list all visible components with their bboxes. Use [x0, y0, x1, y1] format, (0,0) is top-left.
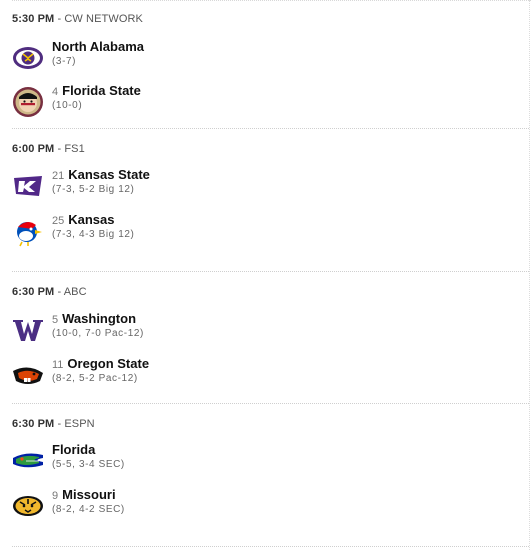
team-row[interactable]: 21 Kansas State (7-3, 5-2 Big 12) [12, 166, 412, 206]
team-name: 25 Kansas [52, 212, 115, 227]
game-card-1[interactable]: 5:30 PM - CW NETWORK North Alabama (3-7) [12, 0, 529, 128]
team-name: 11 Oregon State [52, 356, 150, 371]
washington-w-icon [13, 320, 43, 341]
game-card-2[interactable]: 6:00 PM - FS1 21 Kansas State (7-3, 5-2 B… [12, 129, 529, 271]
game-time-header: 6:00 PM - FS1 [12, 143, 85, 155]
game-network: FS1 [64, 143, 85, 155]
team-name: 9 Missouri [52, 487, 116, 502]
team-row[interactable]: 9 Missouri (8-2, 4-2 SEC) [12, 486, 412, 526]
team-name: 4 Florida State [52, 83, 141, 98]
team-rank: 4 [52, 86, 59, 98]
team-rank: 21 [52, 170, 65, 182]
kansas-state-wildcat-icon [14, 176, 42, 196]
game-network: ESPN [64, 418, 95, 430]
oregon-state-beaver-icon [13, 367, 43, 384]
game-network: ABC [63, 286, 87, 298]
game-time-header: 6:30 PM - ABC [12, 286, 87, 298]
team-row[interactable]: North Alabama (3-7) [12, 38, 412, 78]
team-row[interactable]: Florida (5-5, 3-4 SEC) [12, 441, 412, 481]
team-record: (7-3, 4-3 Big 12) [52, 229, 135, 240]
team-rank: 25 [52, 215, 65, 227]
florida-state-seminole-icon [13, 87, 43, 117]
game-network: CW NETWORK [64, 13, 143, 25]
team-record: (5-5, 3-4 SEC) [52, 459, 125, 470]
game-card-3[interactable]: 6:30 PM - ABC 5 Washington (10-0, 7-0 Pac… [12, 272, 529, 403]
team-rank: 11 [52, 359, 64, 371]
team-record: (10-0) [52, 100, 83, 111]
team-name: 21 Kansas State [52, 167, 150, 182]
game-time: 5:30 PM [12, 13, 55, 25]
team-rank: 9 [52, 490, 59, 502]
team-row[interactable]: 4 Florida State (10-0) [12, 82, 412, 122]
team-record: (10-0, 7-0 Pac-12) [52, 328, 144, 339]
team-record: (8-2, 4-2 SEC) [52, 504, 125, 515]
game-time: 6:30 PM [12, 418, 55, 430]
team-row[interactable]: 11 Oregon State (8-2, 5-2 Pac-12) [12, 355, 412, 395]
team-name: Florida [52, 442, 96, 457]
north-alabama-lion-icon [13, 47, 43, 69]
game-time-header: 5:30 PM - CW NETWORK [12, 13, 143, 25]
game-card-4[interactable]: 6:30 PM - ESPN Florida (5-5, 3-4 SEC) 9 … [12, 404, 529, 546]
game-time: 6:30 PM [12, 286, 55, 298]
right-border [529, 0, 530, 550]
team-row[interactable]: 5 Washington (10-0, 7-0 Pac-12) [12, 310, 412, 350]
florida-gator-icon [13, 453, 43, 468]
team-rank: 5 [52, 314, 59, 326]
game-time-header: 6:30 PM - ESPN [12, 418, 95, 430]
game-time: 6:00 PM [12, 143, 55, 155]
team-record: (8-2, 5-2 Pac-12) [52, 373, 138, 384]
kansas-jayhawk-icon [17, 221, 42, 247]
team-name: 5 Washington [52, 311, 137, 326]
game-divider [12, 546, 529, 547]
games-schedule: 5:30 PM - CW NETWORK North Alabama (3-7) [0, 0, 531, 550]
team-record: (3-7) [52, 56, 77, 67]
team-record: (7-3, 5-2 Big 12) [52, 184, 135, 195]
team-row[interactable]: 25 Kansas (7-3, 4-3 Big 12) [12, 211, 412, 251]
missouri-tiger-icon [13, 496, 43, 516]
team-name: North Alabama [52, 39, 144, 54]
